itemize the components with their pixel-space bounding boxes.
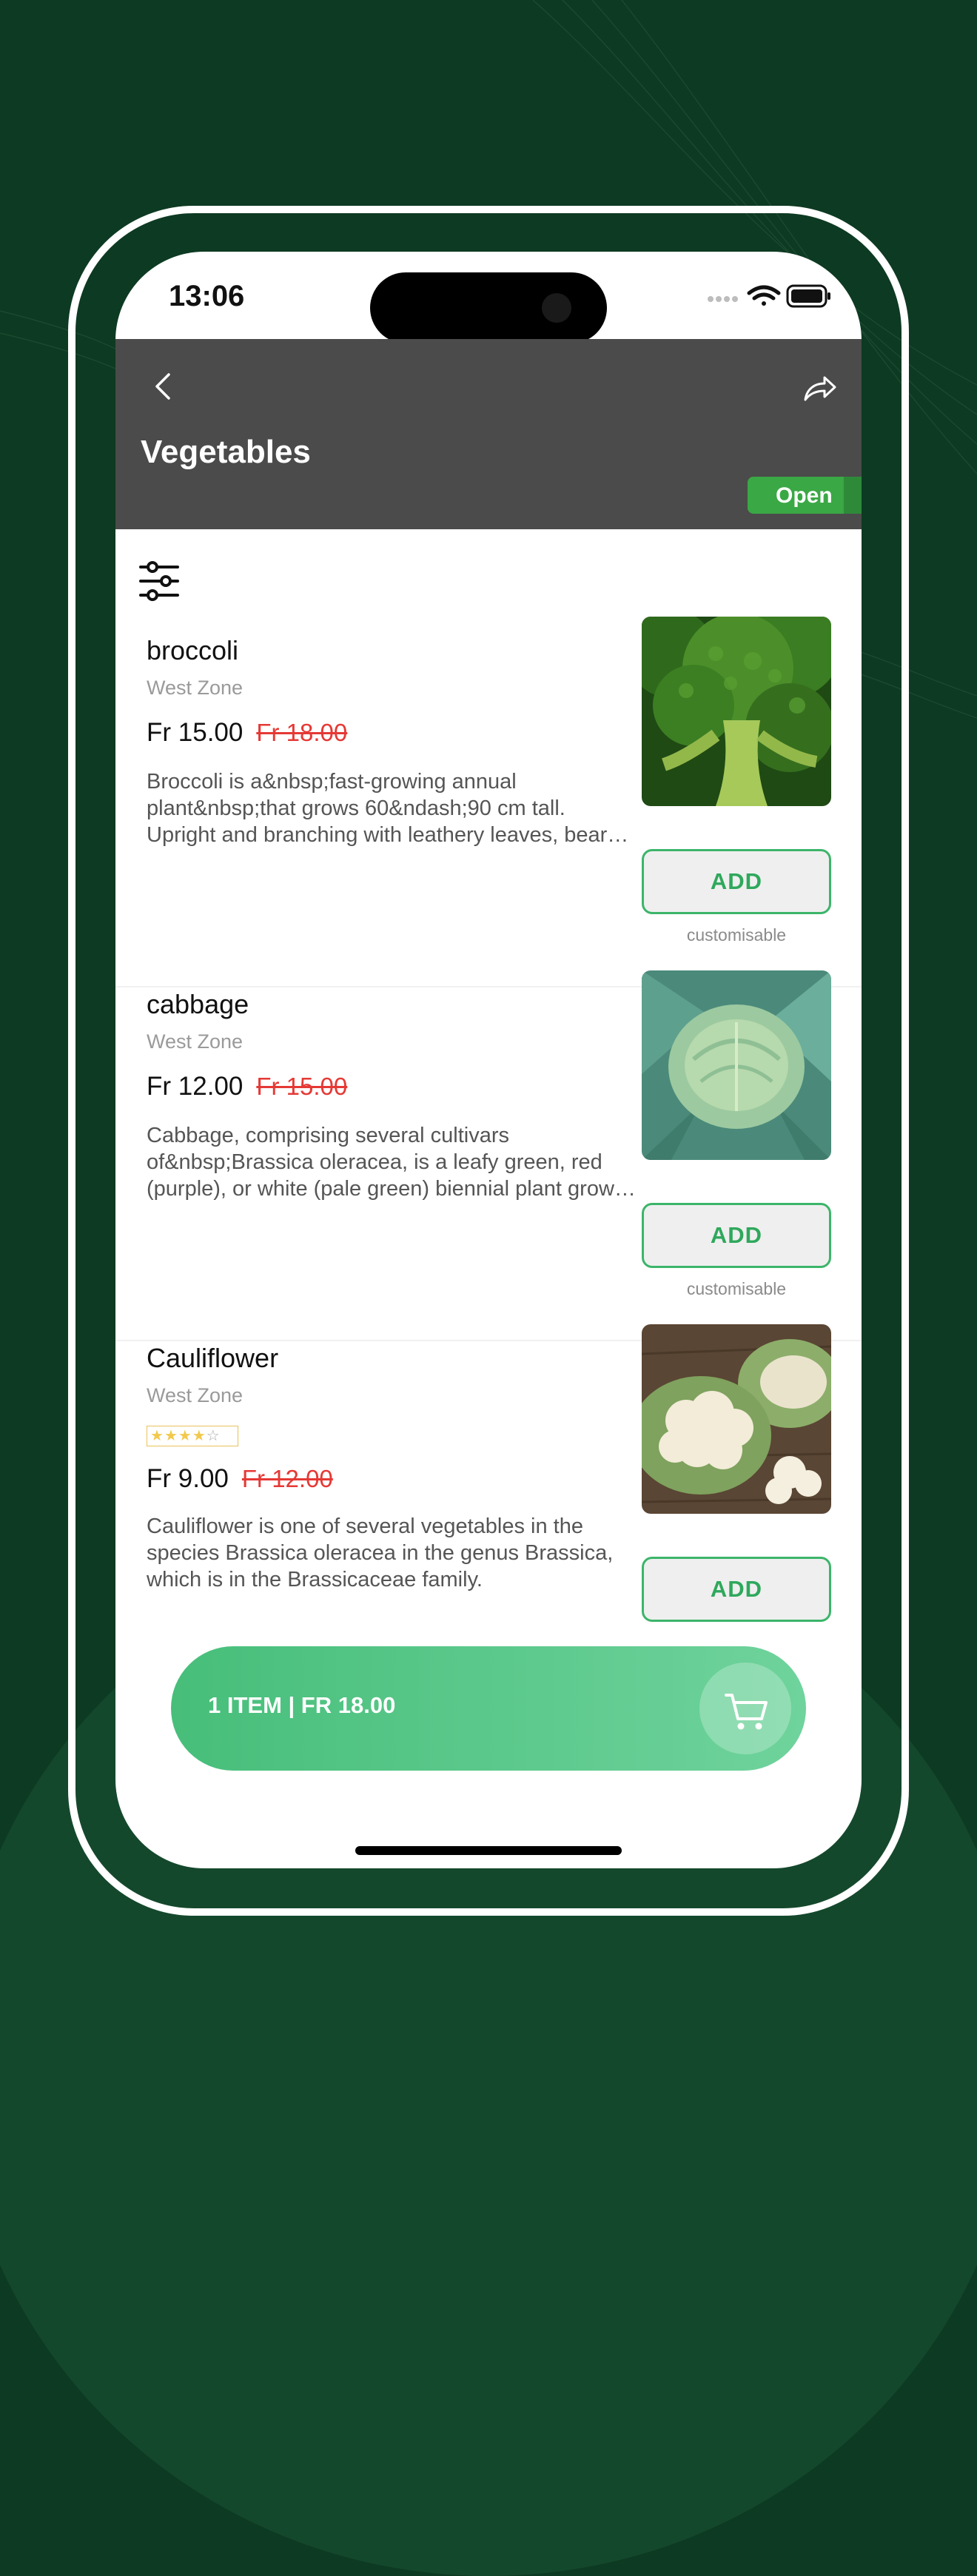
status-time: 13:06 [169,280,245,312]
back-icon[interactable] [144,366,185,407]
dynamic-island [370,272,607,343]
star-empty-icon: ☆ [206,1428,220,1444]
cart-summary: 1 ITEM | FR 18.00 [208,1692,396,1718]
product-name: cabbage [147,989,249,1019]
product-card-cauliflower: Cauliflower West Zone ★ ★ ★ ★ ☆ Fr 9.00 F… [115,1324,862,1695]
cabbage-photo[interactable] [642,970,831,1160]
camera-icon [542,293,571,323]
product-price: Fr 12.00 [147,1072,244,1101]
product-old-price: Fr 15.00 [256,1073,348,1100]
add-button[interactable]: ADD [642,1557,831,1622]
product-zone: West Zone [147,677,244,699]
view-cart-bar[interactable]: 1 ITEM | FR 18.00 [171,1646,806,1771]
product-card-cabbage: cabbage West Zone Fr 12.00 Fr 15.00 Cabba… [115,970,862,1341]
open-status-badge: Open [748,477,862,514]
status-icons [708,284,830,308]
customisable-label: customisable [686,1279,787,1298]
product-name: broccoli [147,635,239,665]
status-bar: 13:06 [115,252,862,343]
star-icon: ★ [192,1428,206,1444]
cart-button[interactable] [699,1663,791,1754]
star-icon: ★ [178,1428,192,1444]
product-description: Cabbage, comprising several cultivars of… [147,1124,627,1201]
filter-icon[interactable] [138,560,181,603]
product-price-row: Fr 9.00 Fr 12.00 [147,1464,333,1497]
product-price-row: Fr 15.00 Fr 18.00 [147,718,347,751]
product-price-row: Fr 12.00 Fr 15.00 [147,1072,347,1104]
product-description: Cauliflower is one of several vegetables… [147,1515,614,1591]
product-price: Fr 9.00 [147,1464,229,1493]
category-header: Vegetables Open [115,339,862,529]
product-description: Broccoli is a&nbsp;fast-growing annual p… [147,770,618,847]
product-zone: West Zone [147,1384,244,1406]
product-name: Cauliflower [147,1343,279,1373]
page-title: Vegetables [141,434,311,470]
rating-stars: ★ ★ ★ ★ ☆ [147,1426,238,1446]
home-indicator[interactable] [355,1846,622,1855]
wifi-icon [747,285,781,306]
star-icon: ★ [164,1428,178,1444]
cauliflower-photo[interactable] [642,1324,831,1514]
app-screen: 13:06 Vegetables Open broccoli West Zone… [115,252,862,1868]
cart-icon [725,1694,768,1730]
product-price: Fr 15.00 [147,718,244,747]
customisable-label: customisable [686,925,787,945]
share-icon[interactable] [798,367,839,409]
add-button[interactable]: ADD [642,1203,831,1268]
signal-icon [708,296,738,302]
add-button[interactable]: ADD [642,849,831,914]
open-status-label: Open [776,483,833,508]
product-old-price: Fr 18.00 [256,719,348,746]
product-zone: West Zone [147,1030,244,1053]
product-card-broccoli: broccoli West Zone Fr 15.00 Fr 18.00 Broc… [115,617,862,987]
product-old-price: Fr 12.00 [241,1465,333,1492]
star-icon: ★ [150,1428,164,1444]
broccoli-photo[interactable] [642,617,831,806]
battery-icon [786,284,830,308]
